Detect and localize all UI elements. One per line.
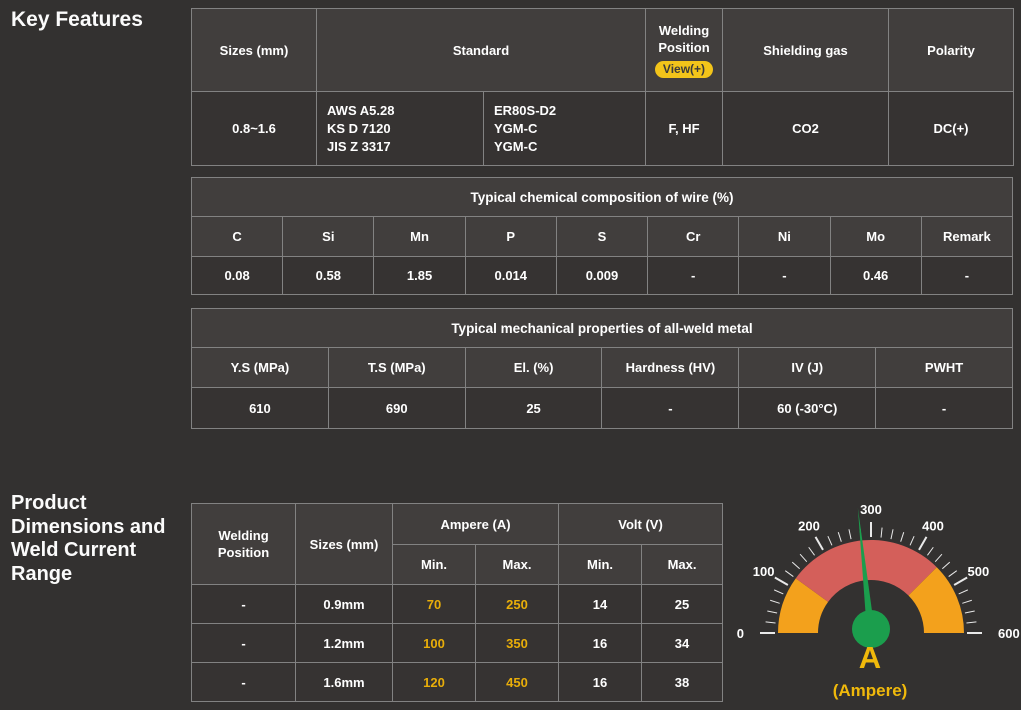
mech-value-ys: 610	[191, 387, 329, 429]
current-table-row: - 1.2mm 100 350 16 34	[191, 623, 724, 663]
cell-welding-position: -	[191, 623, 296, 663]
chem-value-cr: -	[647, 256, 740, 295]
cell-size: 1.2mm	[295, 623, 393, 663]
cell-volt-max: 38	[641, 662, 724, 702]
spec-standard-grades: ER80S-D2 YGM-C YGM-C	[483, 91, 646, 166]
mech-value-el: 25	[464, 387, 603, 429]
mechanical-properties-table: Typical mechanical properties of all-wel…	[191, 308, 1013, 429]
spec-shielding-gas-value: CO2	[722, 91, 889, 166]
chem-header-cr: Cr	[647, 216, 740, 257]
gauge-chart: 0 100 200 300 400 500 600	[737, 502, 1020, 648]
chem-value-ni: -	[738, 256, 831, 295]
mech-header-iv: IV (J)	[738, 347, 877, 388]
standard-grade-line: YGM-C	[494, 120, 538, 136]
chemical-composition-table: Typical chemical composition of wire (%)…	[190, 177, 1014, 295]
volt-min-label: Min.	[558, 544, 643, 585]
chem-header-remark: Remark	[920, 216, 1014, 257]
chem-value-mo: 0.46	[829, 256, 922, 295]
current-header-welding-position: Welding Position	[191, 503, 296, 585]
svg-text:100: 100	[753, 564, 775, 579]
chem-header-p: P	[464, 216, 557, 257]
current-header-sizes: Sizes (mm)	[295, 503, 393, 585]
mech-table-title: Typical mechanical properties of all-wel…	[191, 308, 1013, 348]
current-header-ampere: Ampere (A)	[391, 503, 560, 545]
welding-position-label: Welding Position	[658, 23, 710, 55]
spec-standard-specs: AWS A5.28 KS D 7120 JIS Z 3317	[316, 91, 484, 166]
cell-volt-max: 34	[641, 623, 724, 663]
gauge-unit-label: A	[858, 640, 882, 675]
cell-volt-min: 16	[558, 623, 643, 663]
cell-amp-max: 250	[474, 584, 560, 624]
mech-value-ts: 690	[327, 387, 466, 429]
chem-header-mo: Mo	[829, 216, 922, 257]
chem-header-s: S	[555, 216, 649, 257]
standard-grade-line: ER80S-D2	[494, 102, 557, 118]
current-header-volt: Volt (V)	[558, 503, 724, 545]
chem-header-mn: Mn	[373, 216, 466, 257]
svg-text:200: 200	[798, 519, 820, 534]
view-plus-button[interactable]: View(+)	[654, 61, 714, 78]
cell-volt-min: 14	[558, 584, 643, 624]
cell-size: 0.9mm	[295, 584, 393, 624]
svg-text:400: 400	[922, 519, 944, 534]
gauge-unit-caption: (Ampere)	[832, 681, 908, 700]
spec-header-sizes: Sizes (mm)	[191, 8, 317, 92]
chem-header-c: C	[190, 216, 284, 257]
cell-amp-min: 100	[392, 623, 476, 663]
mech-header-el: El. (%)	[464, 347, 603, 388]
chem-header-ni: Ni	[738, 216, 831, 257]
ampere-gauge: 0 100 200 300 400 500 600 A (Ampere)	[725, 488, 1021, 710]
mech-header-pwht: PWHT	[875, 347, 1013, 388]
spec-welding-position-value: F, HF	[645, 91, 723, 166]
spec-sizes-value: 0.8~1.6	[191, 91, 317, 166]
standard-grade-line: YGM-C	[494, 138, 538, 154]
key-features-title: Key Features	[11, 8, 143, 31]
chem-header-si: Si	[282, 216, 375, 257]
svg-text:0: 0	[737, 626, 744, 641]
spec-header-welding-position: Welding Position View(+)	[645, 8, 723, 92]
cell-amp-max: 450	[474, 662, 560, 702]
mech-header-hardness: Hardness (HV)	[601, 347, 740, 388]
mech-header-ys: Y.S (MPa)	[191, 347, 329, 388]
spec-row: 0.8~1.6 AWS A5.28 KS D 7120 JIS Z 3317 E…	[191, 91, 1014, 166]
welding-position-label: Welding Position	[217, 528, 270, 560]
svg-text:300: 300	[860, 502, 882, 517]
cell-welding-position: -	[191, 662, 296, 702]
spec-header-polarity: Polarity	[888, 8, 1014, 92]
spec-polarity-value: DC(+)	[888, 91, 1014, 166]
ampere-max-label: Max.	[474, 544, 560, 585]
cell-size: 1.6mm	[295, 662, 393, 702]
product-dimensions-title: Product Dimensions and Weld Current Rang…	[11, 492, 166, 585]
spec-header-standard: Standard	[316, 8, 646, 92]
cell-amp-min: 120	[392, 662, 476, 702]
chem-value-p: 0.014	[464, 256, 557, 295]
standard-spec-line: JIS Z 3317	[327, 138, 391, 154]
mech-header-ts: T.S (MPa)	[327, 347, 466, 388]
svg-text:600: 600	[998, 626, 1020, 641]
current-table-row: - 0.9mm 70 250 14 25	[191, 584, 724, 624]
chem-value-remark: -	[920, 256, 1014, 295]
chem-value-c: 0.08	[190, 256, 284, 295]
current-table-row: - 1.6mm 120 450 16 38	[191, 662, 724, 702]
mech-value-iv: 60 (-30°C)	[738, 387, 877, 429]
ampere-min-label: Min.	[392, 544, 476, 585]
chem-value-si: 0.58	[282, 256, 375, 295]
chem-value-s: 0.009	[555, 256, 649, 295]
volt-max-label: Max.	[641, 544, 724, 585]
weld-current-table: Welding Position Sizes (mm) Ampere (A) V…	[191, 503, 724, 702]
cell-amp-max: 350	[474, 623, 560, 663]
chem-table-title: Typical chemical composition of wire (%)	[191, 177, 1013, 217]
mech-value-pwht: -	[875, 387, 1013, 429]
spec-table: Sizes (mm) Standard Welding Position Vie…	[191, 8, 1014, 166]
cell-volt-min: 16	[558, 662, 643, 702]
chem-value-mn: 1.85	[373, 256, 466, 295]
svg-text:500: 500	[968, 564, 990, 579]
spec-header-shielding-gas: Shielding gas	[722, 8, 889, 92]
standard-spec-line: AWS A5.28	[327, 102, 395, 118]
standard-spec-line: KS D 7120	[327, 120, 391, 136]
cell-volt-max: 25	[641, 584, 724, 624]
mech-value-hardness: -	[601, 387, 740, 429]
cell-welding-position: -	[191, 584, 296, 624]
cell-amp-min: 70	[392, 584, 476, 624]
